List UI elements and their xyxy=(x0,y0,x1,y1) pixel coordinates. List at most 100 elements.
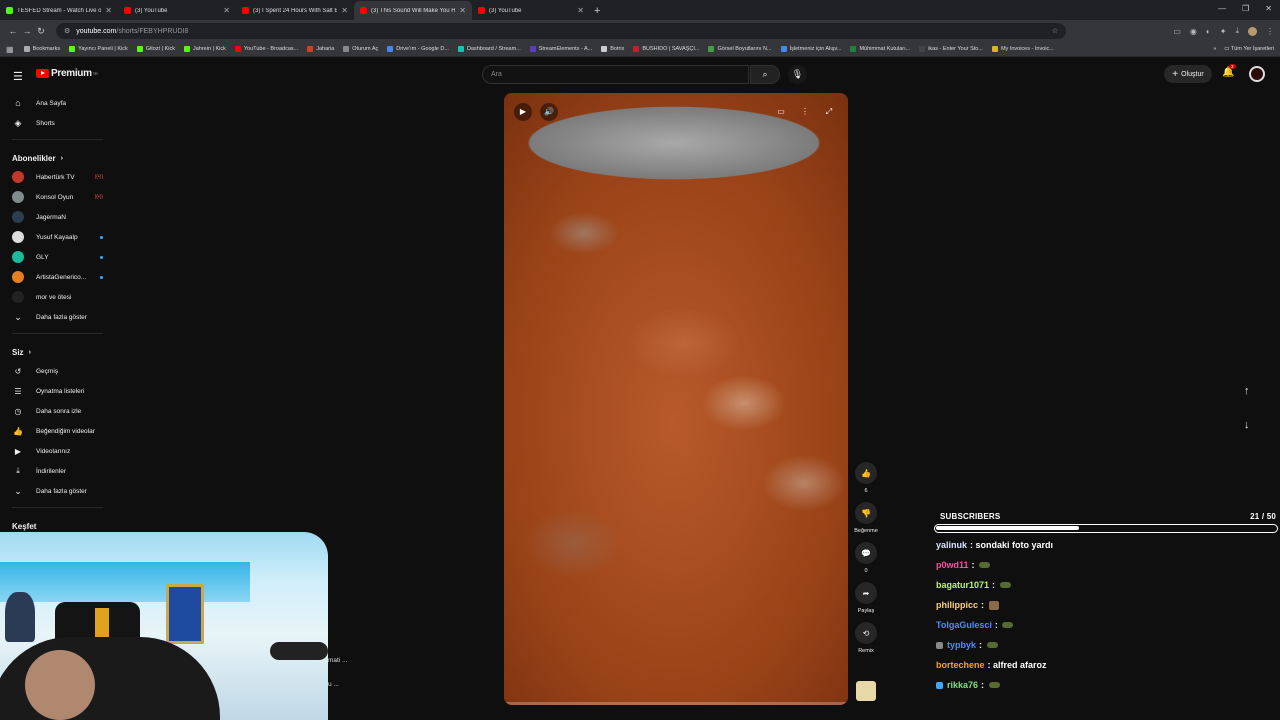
cast-icon[interactable]: ▭ xyxy=(1173,27,1181,36)
bookmark-item[interactable]: ikas - Enter Your Sto... xyxy=(919,46,983,52)
account-avatar[interactable] xyxy=(1249,66,1265,82)
bookmark-item[interactable]: Botrix xyxy=(601,46,624,52)
bookmark-star-icon[interactable]: ☆ xyxy=(1052,27,1058,35)
more-options-button[interactable]: ⋮ xyxy=(796,103,814,121)
close-tab-icon[interactable]: ✕ xyxy=(223,6,230,15)
subscription-item[interactable]: JagermaN xyxy=(0,207,115,227)
create-button[interactable]: + Oluştur xyxy=(1164,65,1212,83)
bookmarks-overflow[interactable]: » xyxy=(1213,46,1216,52)
volume-button[interactable]: 🔊 xyxy=(540,103,558,121)
close-tab-icon[interactable]: ✕ xyxy=(577,6,584,15)
search-button[interactable]: ⌕ xyxy=(750,65,780,84)
apps-icon[interactable]: ▦ xyxy=(6,45,14,54)
bookmark-item[interactable]: StreamElements - A... xyxy=(529,46,592,52)
subscription-item[interactable]: mor ve ötesi xyxy=(0,287,115,307)
site-info-icon[interactable]: ⚙ xyxy=(64,27,70,35)
kebab-menu-icon[interactable]: ⋮ xyxy=(1266,27,1274,36)
hamburger-menu-icon[interactable]: ☰ xyxy=(13,70,23,83)
subscription-item[interactable]: GLY xyxy=(0,247,115,267)
notifications-button[interactable]: 🔔 3 xyxy=(1222,64,1236,78)
reload-icon[interactable]: ↻ xyxy=(34,26,48,37)
new-tab-button[interactable]: + xyxy=(594,1,600,20)
sidebar-item-label: Videolarınız xyxy=(36,447,71,455)
subscription-item[interactable]: Habertürk TV ((•)) xyxy=(0,167,115,187)
close-tab-icon[interactable]: ✕ xyxy=(341,6,348,15)
sidebar-item-you[interactable]: ◷ Daha sonra izle xyxy=(0,401,115,421)
captions-button[interactable]: ▭ xyxy=(772,103,790,121)
arrow-up-icon[interactable]: ↑ xyxy=(1244,385,1250,397)
bookmark-item[interactable]: YouTube - Broadcas... xyxy=(234,46,298,52)
search-input[interactable]: Ara xyxy=(482,65,749,84)
show-more-you[interactable]: ⌄ Daha fazla göster xyxy=(0,481,115,501)
sidebar-item-you[interactable]: ▶ Videolarınız xyxy=(0,441,115,461)
download-icon[interactable]: ⤓ xyxy=(1235,26,1239,36)
subscription-item[interactable]: Yusuf Kayaalp xyxy=(0,227,115,247)
bookmark-item[interactable]: Jaharia xyxy=(307,46,334,52)
youtube-logo[interactable]: Premium TR xyxy=(36,68,98,79)
logo-text: Premium xyxy=(51,68,92,79)
sidebar-item-home[interactable]: ⌂ Ana Sayfa xyxy=(0,93,115,113)
channel-avatar xyxy=(12,291,24,303)
sidebar-item-you[interactable]: ☰ Oynatma listeleri xyxy=(0,381,115,401)
downloads-icon: ⤓ xyxy=(16,466,20,475)
browser-tab[interactable]: (3) I Spent 24 Hours With Salt B ✕ xyxy=(236,1,354,20)
sidebar-item-you[interactable]: 👍 Beğendiğim videolar xyxy=(0,421,115,441)
chat-separator: : xyxy=(992,580,998,590)
bookmark-item[interactable]: BUSHIDO | SAVAŞÇI... xyxy=(633,46,699,52)
bookmark-item[interactable]: My Invoices - Invoic... xyxy=(991,46,1054,52)
fullscreen-button[interactable]: ⤢ xyxy=(820,103,838,121)
sidebar-item-you[interactable]: ↺ Geçmiş xyxy=(0,361,115,381)
url-field[interactable]: ⚙ youtube.com/shorts/FEBYHPRUDI8 ☆ xyxy=(56,23,1066,39)
restore-icon[interactable]: ❐ xyxy=(1242,4,1249,13)
bookmark-item[interactable]: Jahrein | Kick xyxy=(183,46,226,52)
bookmark-item[interactable]: Mühimmat Kutuları... xyxy=(850,46,910,52)
bookmark-label: Drive'ım - Google D... xyxy=(396,46,449,52)
bookmark-item[interactable]: Görsel Boyutlarını N... xyxy=(708,46,772,52)
share-button[interactable]: ➦ xyxy=(855,582,877,604)
voice-search-button[interactable]: 🎙 xyxy=(788,65,807,84)
forward-icon[interactable]: → xyxy=(20,26,34,36)
puzzle-icon[interactable]: ✦ xyxy=(1220,27,1227,36)
sidebar-item-label: Shorts xyxy=(36,119,55,127)
bookmark-item[interactable]: Oturum Aç xyxy=(343,46,378,52)
video-progress-bar[interactable] xyxy=(504,702,848,705)
you-heading[interactable]: Siz › xyxy=(0,340,115,361)
browser-tab[interactable]: (3) This Sound Will Make You H ✕ xyxy=(354,1,472,20)
comments-button[interactable]: 💬 xyxy=(855,542,877,564)
browser-tab[interactable]: (3) YouTube ✕ xyxy=(118,1,236,20)
sidebar-item-you[interactable]: ⤓ İndirilenler xyxy=(0,461,115,481)
browser-tab[interactable]: TESFED Stream - Watch Live or ✕ xyxy=(0,1,118,20)
all-bookmarks[interactable]: ▭ Tüm Yer İşaretleri xyxy=(1224,46,1274,52)
sidebar-item-shorts[interactable]: ◈ Shorts xyxy=(0,113,115,133)
back-icon[interactable]: ← xyxy=(6,26,20,36)
extension-icon[interactable]: ◉ xyxy=(1190,27,1197,36)
minimize-icon[interactable]: — xyxy=(1218,4,1226,13)
bookmark-item[interactable]: Gitozt | Kick xyxy=(136,46,175,52)
show-more-subscriptions[interactable]: ⌄ Daha fazla göster xyxy=(0,307,115,327)
bookmark-item[interactable]: Yayıncı Paneli | Kick xyxy=(69,46,128,52)
chat-username: philippicc xyxy=(936,600,979,610)
bookmark-item[interactable]: İşletmeniz için Alışv... xyxy=(780,46,841,52)
tab-title: (3) This Sound Will Make You H xyxy=(371,7,456,14)
extension-icon[interactable]: ◐ xyxy=(1206,27,1211,36)
dislike-button[interactable]: 👎 xyxy=(854,502,877,524)
live-indicator-icon: ((•)) xyxy=(94,174,103,180)
close-tab-icon[interactable]: ✕ xyxy=(459,6,466,15)
close-window-icon[interactable]: ✕ xyxy=(1265,4,1272,13)
sound-thumbnail[interactable] xyxy=(856,681,876,701)
shorts-video-player[interactable]: ▶ 🔊 ▭ ⋮ ⤢ xyxy=(504,93,848,705)
browser-tab[interactable]: (3) YouTube ✕ xyxy=(472,1,590,20)
remix-button[interactable]: ⟲ xyxy=(855,622,877,644)
bookmark-item[interactable]: Dashboard / Stream... xyxy=(457,46,521,52)
subscription-item[interactable]: ArtistaGenerico... xyxy=(0,267,115,287)
bookmark-favicon xyxy=(991,46,998,52)
bookmark-item[interactable]: Bookmarks xyxy=(23,46,60,52)
like-button[interactable]: 👍 xyxy=(855,462,877,484)
subscriptions-heading[interactable]: Abonelikler › xyxy=(0,146,115,167)
arrow-down-icon[interactable]: ↓ xyxy=(1244,419,1250,431)
subscription-item[interactable]: Konsol Oyun ((•)) xyxy=(0,187,115,207)
profile-icon[interactable] xyxy=(1248,26,1257,36)
bookmark-item[interactable]: Drive'ım - Google D... xyxy=(387,46,449,52)
close-tab-icon[interactable]: ✕ xyxy=(105,6,112,15)
play-button[interactable]: ▶ xyxy=(514,103,532,121)
